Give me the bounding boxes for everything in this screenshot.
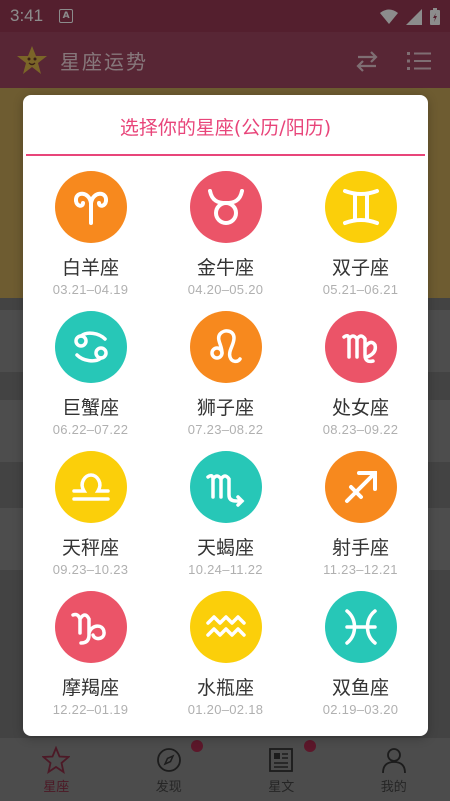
zodiac-item-taurus[interactable]: 金牛座 04.20–05.20 xyxy=(158,171,293,311)
gemini-badge xyxy=(324,171,397,243)
sign-dates: 05.21–06.21 xyxy=(322,282,399,297)
virgo-icon xyxy=(341,333,377,364)
zodiac-item-aries[interactable]: 白羊座 03.21–04.19 xyxy=(23,171,158,311)
pisces-icon xyxy=(344,609,377,645)
sign-name: 双子座 xyxy=(331,257,389,279)
zodiac-item-pisces[interactable]: 双鱼座 02.19–03.20 xyxy=(293,591,428,731)
zodiac-item-capricorn[interactable]: 摩羯座 12.22–01.19 xyxy=(23,591,158,731)
sign-dates: 03.21–04.19 xyxy=(52,282,129,297)
zodiac-picker-dialog: 选择你的星座(公历/阳历) 白羊座 03.21–04.19 金牛座 04.20–… xyxy=(23,95,428,736)
sign-name: 水瓶座 xyxy=(196,677,254,699)
pisces-badge xyxy=(324,591,397,663)
sign-name: 金牛座 xyxy=(196,257,254,279)
sign-dates: 04.20–05.20 xyxy=(187,282,264,297)
sagittarius-badge xyxy=(324,451,397,523)
sagittarius-icon xyxy=(344,471,377,503)
scorpio-badge xyxy=(189,451,262,523)
sign-dates: 09.23–10.23 xyxy=(52,562,129,577)
cancer-icon xyxy=(73,331,108,363)
dialog-title: 选择你的星座(公历/阳历) xyxy=(119,117,332,139)
leo-badge xyxy=(189,311,262,383)
libra-icon xyxy=(71,473,110,501)
sign-dates: 01.20–02.18 xyxy=(187,702,264,717)
sign-name: 双鱼座 xyxy=(331,677,389,699)
sign-dates: 02.19–03.20 xyxy=(322,702,399,717)
zodiac-item-cancer[interactable]: 巨蟹座 06.22–07.22 xyxy=(23,311,158,451)
sign-name: 狮子座 xyxy=(196,397,254,419)
zodiac-item-libra[interactable]: 天秤座 09.23–10.23 xyxy=(23,451,158,591)
zodiac-item-scorpio[interactable]: 天蝎座 10.24–11.22 xyxy=(158,451,293,591)
cancer-badge xyxy=(54,311,127,383)
gemini-icon xyxy=(342,189,379,225)
scorpio-icon xyxy=(205,473,244,507)
sign-dates: 07.23–08.22 xyxy=(187,422,264,437)
taurus-icon xyxy=(207,189,244,225)
aries-icon xyxy=(73,191,108,225)
capricorn-badge xyxy=(54,591,127,663)
taurus-badge xyxy=(189,171,262,243)
sign-name: 射手座 xyxy=(331,537,389,559)
zodiac-item-virgo[interactable]: 处女座 08.23–09.22 xyxy=(293,311,428,451)
sign-name: 处女座 xyxy=(331,397,389,419)
sign-dates: 08.23–09.22 xyxy=(322,422,399,437)
libra-badge xyxy=(54,451,127,523)
virgo-badge xyxy=(324,311,397,383)
sign-dates: 10.24–11.22 xyxy=(188,562,263,577)
title-divider xyxy=(26,154,425,156)
sign-name: 天秤座 xyxy=(61,537,119,559)
sign-name: 白羊座 xyxy=(61,257,119,279)
sign-name: 天蝎座 xyxy=(196,537,254,559)
aries-badge xyxy=(54,171,127,243)
sign-name: 摩羯座 xyxy=(61,677,119,699)
sign-name: 巨蟹座 xyxy=(61,397,119,419)
leo-icon xyxy=(209,329,242,364)
zodiac-item-leo[interactable]: 狮子座 07.23–08.22 xyxy=(158,311,293,451)
sign-dates: 12.22–01.19 xyxy=(52,702,129,717)
capricorn-icon xyxy=(70,612,106,645)
sign-dates: 11.23–12.21 xyxy=(323,562,398,577)
zodiac-item-gemini[interactable]: 双子座 05.21–06.21 xyxy=(293,171,428,311)
sign-dates: 06.22–07.22 xyxy=(52,422,129,437)
aquarius-icon xyxy=(205,615,246,637)
aquarius-badge xyxy=(189,591,262,663)
zodiac-item-aquarius[interactable]: 水瓶座 01.20–02.18 xyxy=(158,591,293,731)
zodiac-item-sagittarius[interactable]: 射手座 11.23–12.21 xyxy=(293,451,428,591)
